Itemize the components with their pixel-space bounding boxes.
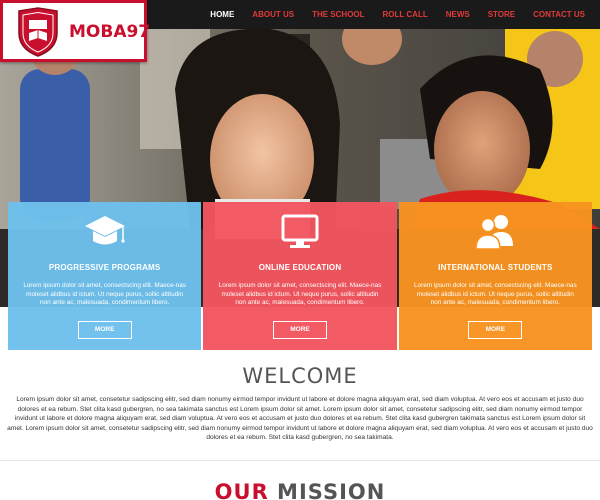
nav-the-school[interactable]: THE SCHOOL xyxy=(303,0,373,29)
site-logo[interactable]: MOBA97 xyxy=(0,0,151,62)
feature-text: Lorem ipsum dolor sit amet, consectscing… xyxy=(23,282,186,307)
nav-news[interactable]: NEWS xyxy=(437,0,479,29)
users-icon xyxy=(475,215,514,250)
feature-text: Lorem ipsum dolor sit amet, consectscing… xyxy=(413,282,577,307)
feature-progressive-programs: PROGRESSIVE PROGRAMS Lorem ipsum dolor s… xyxy=(8,202,202,350)
nav-about-us[interactable]: ABOUT US xyxy=(243,0,303,29)
feature-text: Lorem ipsum dolor sit amet, consectscing… xyxy=(218,282,382,307)
mission-heading-accent: OUR xyxy=(214,480,269,500)
feature-online-education: ONLINE EDUCATION Lorem ipsum dolor sit a… xyxy=(203,202,397,350)
main-nav: HOME ABOUT US THE SCHOOL ROLL CALL NEWS … xyxy=(201,0,594,29)
feature-title: ONLINE EDUCATION xyxy=(258,263,342,272)
feature-title: PROGRESSIVE PROGRAMS xyxy=(48,263,161,272)
welcome-paragraph: Lorem ipsum dolor sit amet, consetetur s… xyxy=(7,396,593,442)
nav-store[interactable]: STORE xyxy=(479,0,524,29)
mission-heading-rest: MISSION xyxy=(268,480,386,500)
more-button[interactable]: MORE xyxy=(468,321,523,339)
monitor-icon xyxy=(281,214,319,248)
more-button[interactable]: MORE xyxy=(272,321,327,339)
brand-name: MOBA97 xyxy=(69,22,151,42)
nav-home[interactable]: HOME xyxy=(201,0,243,29)
nav-contact-us[interactable]: CONTACT US xyxy=(524,0,594,29)
feature-row: PROGRESSIVE PROGRAMS Lorem ipsum dolor s… xyxy=(8,202,592,350)
nav-roll-call[interactable]: ROLL CALL xyxy=(374,0,437,29)
feature-title: INTERNATIONAL STUDENTS xyxy=(438,263,553,272)
school-crest-icon xyxy=(18,7,58,57)
more-button[interactable]: MORE xyxy=(77,321,132,339)
graduation-cap-icon xyxy=(84,216,125,245)
mission-heading: OUR MISSION xyxy=(0,480,600,500)
feature-international-students: INTERNATIONAL STUDENTS Lorem ipsum dolor… xyxy=(398,202,592,350)
section-divider xyxy=(0,460,600,461)
welcome-heading: WELCOME xyxy=(242,364,358,388)
